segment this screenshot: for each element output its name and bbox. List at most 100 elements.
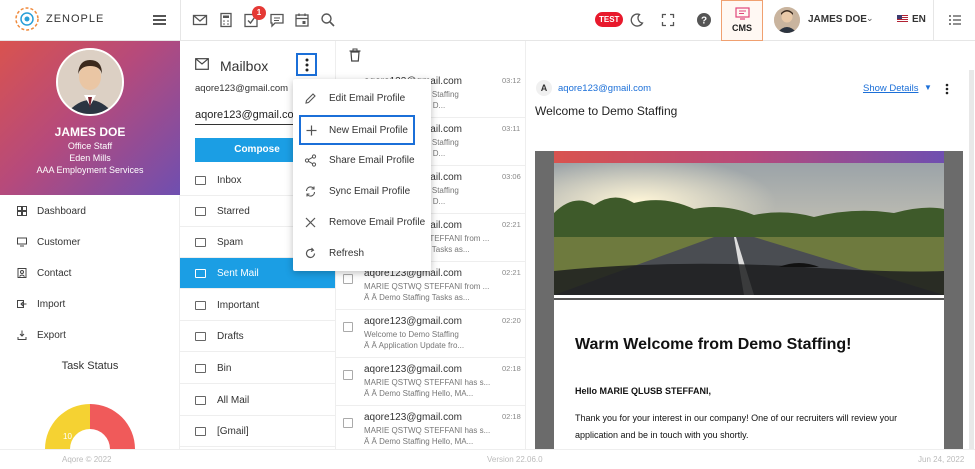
profile-avatar <box>56 48 124 116</box>
caret-down-icon[interactable]: ▼ <box>924 83 932 92</box>
contact-icon <box>17 268 27 278</box>
account-email: aqore123@gmail.com <box>195 83 289 94</box>
user-portrait-icon <box>774 7 800 33</box>
profile-company: AAA Employment Services <box>36 165 144 175</box>
chat-icon[interactable] <box>269 12 285 28</box>
folder-label: Sent Mail <box>217 267 259 279</box>
menu-item-share-email-profile[interactable]: Share Email Profile <box>293 145 431 175</box>
divider <box>933 0 934 41</box>
menu-item-new-email-profile[interactable]: New Email Profile <box>299 115 415 145</box>
task-gauge-value: 10 <box>63 432 72 441</box>
task-status-title: Task Status <box>61 360 119 372</box>
fullscreen-icon[interactable] <box>660 12 676 28</box>
sidebar-item-label: Dashboard <box>37 205 86 217</box>
close-icon <box>305 217 316 228</box>
language-selector[interactable]: EN <box>912 14 926 25</box>
email-content: Warm Welcome from Demo Staffing! Hello M… <box>535 151 963 451</box>
menu-item-remove-email-profile[interactable]: Remove Email Profile <box>293 207 431 237</box>
left-sidebar: JAMES DOE Office Staff Eden Mills AAA Em… <box>0 41 180 449</box>
menu-item-refresh[interactable]: Refresh <box>293 238 431 268</box>
calculator-icon[interactable] <box>218 12 234 28</box>
mailbox-options-button[interactable] <box>296 53 317 76</box>
sidebar-item-dashboard[interactable]: Dashboard <box>0 196 180 226</box>
profile-portrait-icon <box>58 50 122 114</box>
email-divider <box>554 298 944 300</box>
message-time: 02:18 <box>502 364 521 373</box>
cms-label: CMS <box>732 23 752 33</box>
folder-icon <box>195 426 206 436</box>
help-icon[interactable]: ? <box>696 12 712 28</box>
reading-pane-scrollbar[interactable] <box>969 70 974 450</box>
mail-icon[interactable] <box>192 12 208 28</box>
refresh-icon <box>305 247 316 259</box>
message-options-icon[interactable] <box>945 83 949 95</box>
export-icon <box>17 330 27 340</box>
sidebar-item-export[interactable]: Export <box>0 320 180 350</box>
message-checkbox[interactable] <box>343 322 353 332</box>
user-name[interactable]: JAMES DOE <box>808 14 867 25</box>
sidebar-item-contact[interactable]: Contact <box>0 258 180 288</box>
footer-date: Jun 24, 2022 <box>918 455 965 464</box>
search-icon[interactable] <box>320 12 336 28</box>
show-details-link[interactable]: Show Details <box>863 83 918 94</box>
email-greeting: Hello MARIE QLUSB STEFFANI, <box>575 386 712 396</box>
chevron-down-icon[interactable]: ⌄ <box>866 13 874 24</box>
folder-icon <box>195 331 206 341</box>
calendar-icon[interactable] <box>294 12 310 28</box>
sidebar-item-label: Contact <box>37 267 72 279</box>
message-row[interactable]: aqore123@gmail.com 02:18 MARIE QSTWQ STEFF… <box>336 358 526 406</box>
message-snippet: Â Â Demo Staffing Hello, MA... <box>364 389 474 398</box>
message-snippet: Â Â Application Update fro... <box>364 341 465 350</box>
menu-item-edit-email-profile[interactable]: Edit Email Profile <box>293 83 431 113</box>
folder-icon <box>195 237 206 247</box>
message-row[interactable]: aqore123@gmail.com 02:20 Welcome to Demo S… <box>336 310 526 358</box>
message-checkbox[interactable] <box>343 418 353 428</box>
message-row[interactable]: aqore123@gmail.com 02:18 MARIE QSTWQ STEFF… <box>336 406 526 454</box>
message-checkbox[interactable] <box>343 274 353 284</box>
sidebar-item-customer[interactable]: Customer <box>0 227 180 257</box>
profile-location: Eden Mills <box>69 153 111 163</box>
email-card: Warm Welcome from Demo Staffing! Hello M… <box>554 151 944 451</box>
plus-icon <box>306 125 317 136</box>
message-time: 02:21 <box>502 220 521 229</box>
folder-icon <box>195 395 206 405</box>
folder-gmail[interactable]: [Gmail] <box>180 416 335 447</box>
message-time: 02:20 <box>502 316 521 325</box>
kebab-menu-icon <box>305 58 308 72</box>
top-bar: ZENOPLE 1 TEST ? CMS JAMES DOE ⌄ EN <box>0 0 975 41</box>
footer-copyright: Aqore © 2022 <box>62 455 112 464</box>
email-paragraph: Thank you for your interest in our compa… <box>575 413 898 440</box>
folder-label: Spam <box>217 236 244 248</box>
us-flag-icon <box>897 15 908 23</box>
folder-icon <box>195 206 206 216</box>
list-menu-icon[interactable] <box>947 12 963 28</box>
sidebar-item-label: Customer <box>37 236 81 248</box>
message-subject-heading: Welcome to Demo Staffing <box>535 104 678 118</box>
folder-icon <box>195 268 206 278</box>
cms-button[interactable]: CMS <box>721 0 763 41</box>
sidebar-item-import[interactable]: Import <box>0 289 180 319</box>
folder-bin[interactable]: Bin <box>180 353 335 384</box>
dark-mode-moon-icon[interactable] <box>629 12 645 28</box>
menu-item-label: Refresh <box>329 247 365 259</box>
message-time: 02:18 <box>502 412 521 421</box>
mailbox-title: Mailbox <box>220 58 269 74</box>
sender-email[interactable]: aqore123@gmail.com <box>558 83 651 94</box>
message-subject: MARIE QSTWQ STEFFANI from ... <box>364 282 490 291</box>
trash-icon[interactable] <box>348 48 362 62</box>
user-avatar[interactable] <box>774 7 800 33</box>
pencil-icon <box>305 93 316 104</box>
message-checkbox[interactable] <box>343 370 353 380</box>
menu-item-sync-email-profile[interactable]: Sync Email Profile <box>293 176 431 206</box>
app-logo[interactable]: ZENOPLE <box>14 6 104 32</box>
message-from: aqore123@gmail.com <box>364 412 462 423</box>
folder-drafts[interactable]: Drafts <box>180 321 335 352</box>
folder-important[interactable]: Important <box>180 290 335 321</box>
svg-text:?: ? <box>701 16 707 27</box>
folder-all-mail[interactable]: All Mail <box>180 385 335 416</box>
message-time: 03:11 <box>502 124 521 133</box>
menu-toggle-icon[interactable] <box>153 15 166 25</box>
folder-label: Inbox <box>217 174 242 186</box>
email-hero-image <box>554 163 944 295</box>
folder-label: Drafts <box>217 330 244 342</box>
